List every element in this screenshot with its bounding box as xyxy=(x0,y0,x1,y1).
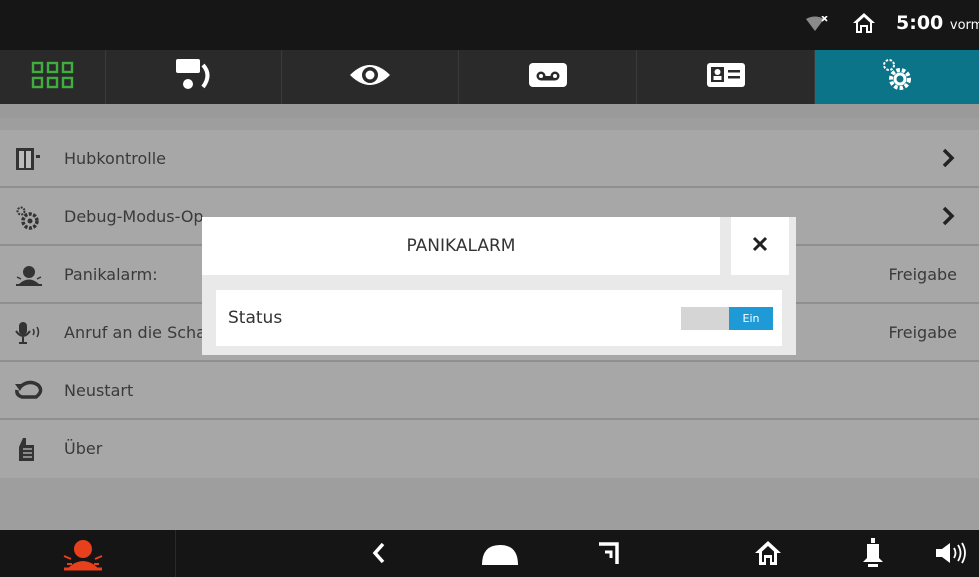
status-bar: 5:00 vorm xyxy=(0,0,979,50)
toggle-on-label: Ein xyxy=(729,307,773,330)
alarm-person-icon xyxy=(14,263,42,287)
home-shortcut-button[interactable] xyxy=(754,540,782,570)
speaker-volume-icon xyxy=(935,542,971,568)
list-top-spacer xyxy=(0,104,979,118)
volume-button[interactable] xyxy=(935,542,971,568)
settings-row-value: Freigabe xyxy=(888,265,957,284)
tab-camera-view[interactable] xyxy=(282,50,459,104)
debug-gears-icon xyxy=(14,205,42,230)
clock-suffix: vorm xyxy=(949,18,979,33)
chevron-right-icon xyxy=(941,148,955,172)
settings-row-label: Über xyxy=(64,439,103,458)
wifi-off-icon xyxy=(806,15,828,36)
panic-alarm-button[interactable] xyxy=(60,536,106,576)
close-icon xyxy=(752,236,768,256)
settings-row-label: Neustart xyxy=(64,381,134,400)
home-status-icon xyxy=(852,12,876,38)
intercom-call-icon xyxy=(172,57,216,97)
clock-time: 5:00 xyxy=(896,12,944,34)
tab-settings[interactable] xyxy=(815,50,979,104)
status-setting-row: Status Ein xyxy=(216,290,782,346)
info-hand-icon xyxy=(14,437,42,461)
top-tab-bar xyxy=(0,50,979,104)
tab-home-grid[interactable] xyxy=(0,50,106,104)
settings-row-value: Freigabe xyxy=(888,323,957,342)
eye-icon xyxy=(348,61,392,93)
grid-icon xyxy=(31,61,75,93)
panikalarm-dialog: PANIKALARM Status Ein xyxy=(202,217,796,355)
back-button[interactable] xyxy=(372,542,386,568)
recent-apps-button[interactable] xyxy=(597,540,621,570)
bottom-nav-bar xyxy=(0,530,979,577)
status-label: Status xyxy=(228,308,283,328)
recent-apps-icon xyxy=(597,542,621,570)
tab-intercom[interactable] xyxy=(106,50,282,104)
settings-row-neustart[interactable]: Neustart xyxy=(0,362,979,420)
home-dome-icon xyxy=(480,545,520,570)
home-icon xyxy=(754,541,782,570)
tab-contacts[interactable] xyxy=(637,50,815,104)
settings-row-hubkontrolle[interactable]: Hubkontrolle xyxy=(0,130,979,188)
contact-card-icon xyxy=(706,62,746,92)
nav-divider xyxy=(175,530,176,577)
settings-row-ueber[interactable]: Über xyxy=(0,420,979,478)
settings-gears-icon xyxy=(879,57,915,97)
tab-voicemail[interactable] xyxy=(459,50,637,104)
bell-button[interactable] xyxy=(862,538,884,572)
microphone-icon xyxy=(14,321,42,345)
dialog-title: PANIKALARM xyxy=(202,217,720,275)
status-toggle[interactable]: Ein xyxy=(681,307,773,330)
elevator-icon xyxy=(14,147,42,171)
dialog-close-button[interactable] xyxy=(731,217,789,275)
voicemail-icon xyxy=(528,61,568,93)
settings-row-label: Hubkontrolle xyxy=(64,149,166,168)
chevron-left-icon xyxy=(372,542,386,568)
clock: 5:00 vorm xyxy=(896,12,979,34)
restart-icon xyxy=(14,379,43,403)
chevron-right-icon xyxy=(941,206,955,230)
home-button[interactable] xyxy=(480,544,520,570)
bell-icon xyxy=(862,538,884,572)
settings-row-label: Panikalarm: xyxy=(64,265,158,284)
settings-row-label: Debug-Modus-Op xyxy=(64,207,204,226)
